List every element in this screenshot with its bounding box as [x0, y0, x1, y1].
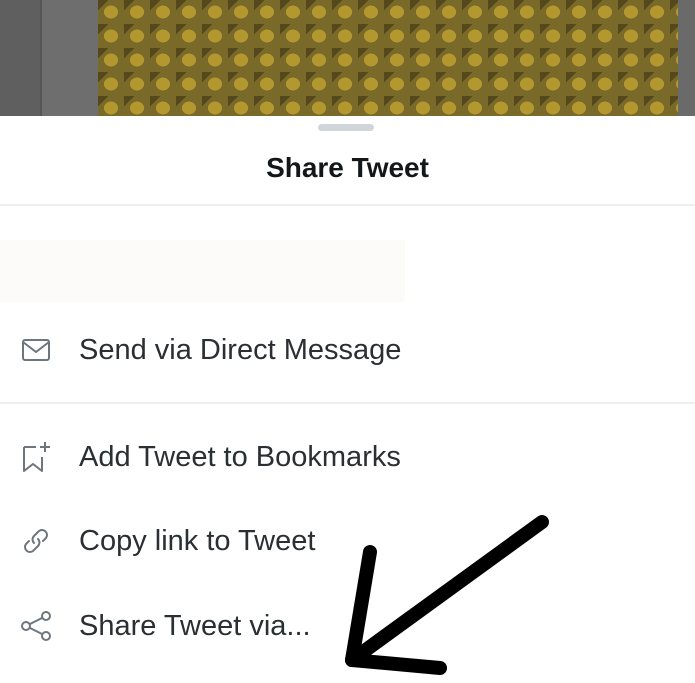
sheet-title: Share Tweet	[266, 152, 429, 183]
dimmed-background[interactable]	[0, 0, 695, 116]
link-icon	[20, 525, 52, 557]
background-strip-right	[678, 0, 695, 116]
divider	[0, 204, 695, 206]
send-via-direct-message-item[interactable]: Send via Direct Message	[0, 320, 695, 380]
annotation-arrow	[345, 515, 549, 675]
redacted-area	[0, 240, 405, 302]
add-to-bookmarks-item[interactable]: Add Tweet to Bookmarks	[0, 427, 695, 487]
background-emoji-pattern	[98, 0, 678, 116]
envelope-icon	[20, 334, 52, 366]
menu-item-label: Send via Direct Message	[79, 333, 402, 366]
menu-item-label: Share Tweet via...	[79, 609, 311, 642]
menu-item-label: Add Tweet to Bookmarks	[79, 440, 401, 473]
bookmark-add-icon	[20, 441, 52, 473]
divider	[0, 402, 695, 404]
share-bottom-sheet: Share Tweet Send via Direct Message Add …	[0, 116, 695, 683]
sheet-drag-handle[interactable]	[318, 124, 374, 131]
share-icon	[20, 610, 52, 642]
menu-item-label: Copy link to Tweet	[79, 524, 316, 557]
background-strip	[0, 0, 42, 116]
